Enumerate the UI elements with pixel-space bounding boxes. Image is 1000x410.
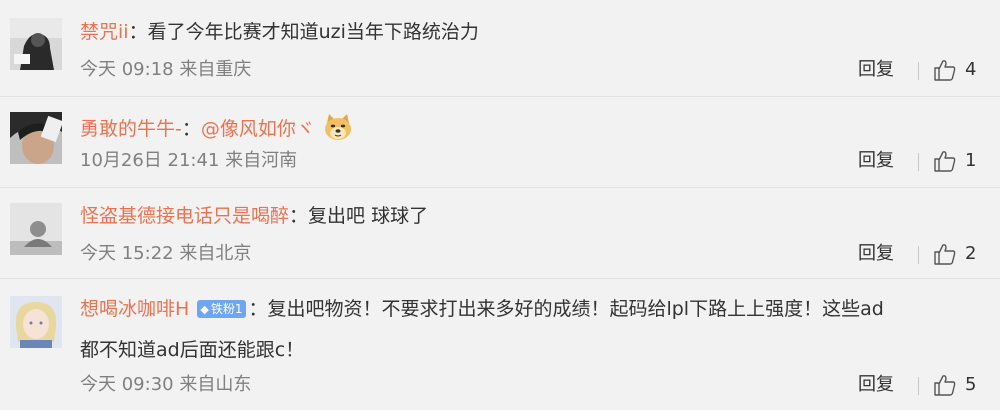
thumbs-up-icon	[933, 150, 957, 172]
comment-item: 勇敢的牛牛-：@像风如你ヾ 10月26日 21:41 来自河南 回复 1	[0, 97, 1000, 188]
fan-badge-label: 铁粉1	[210, 302, 243, 316]
comment-item: 怪盗基德接电话只是喝醉：复出吧 球球了 今天 15:22 来自北京 回复 2	[0, 188, 1000, 279]
comment-text: 复出吧 球球了	[308, 205, 429, 227]
diamond-icon: ◆	[200, 303, 209, 316]
mention-link[interactable]: @像风如你ヾ	[201, 118, 315, 140]
like-count: 5	[965, 374, 977, 395]
avatar[interactable]	[10, 203, 62, 255]
comment-line: 怪盗基德接电话只是喝醉：复出吧 球球了	[80, 203, 428, 229]
fan-badge[interactable]: ◆ 铁粉1	[197, 300, 247, 318]
timestamp: 10月26日 21:41	[80, 150, 220, 171]
timestamp: 今天 09:30	[80, 374, 174, 395]
comment-item: 禁咒ii：看了今年比赛才知道uzi当年下路统治力 今天 09:18 来自重庆 回…	[0, 0, 1000, 97]
avatar[interactable]	[10, 112, 62, 164]
colon: ：	[248, 298, 268, 320]
like-button[interactable]: 2	[933, 242, 976, 266]
comment-line: 想喝冰咖啡H ◆ 铁粉1 ：复出吧物资！不要求打出来多好的成绩！起码给lpl下路上上…	[80, 296, 884, 322]
location: 来自北京	[179, 243, 252, 264]
comment-meta: 今天 09:30 来自山东	[80, 373, 251, 397]
colon: ：	[181, 118, 201, 140]
location: 来自河南	[225, 150, 298, 171]
comment-text-continued: 都不知道ad后面还能跟c！	[80, 339, 305, 361]
comment-meta: 今天 15:22 来自北京	[80, 242, 251, 266]
thumbs-up-icon	[933, 59, 957, 81]
comment-line: 勇敢的牛牛-：@像风如你ヾ	[80, 113, 353, 148]
divider	[918, 153, 919, 171]
reply-button[interactable]: 回复	[858, 149, 894, 173]
comment-text: 复出吧物资！不要求打出来多好的成绩！起码给lpl下路上上强度！这些ad	[267, 298, 884, 320]
colon: ：	[128, 21, 148, 43]
divider	[918, 246, 919, 264]
doge-emoji-icon	[323, 113, 353, 148]
comment-line: 禁咒ii：看了今年比赛才知道uzi当年下路统治力	[80, 19, 479, 45]
like-count: 2	[965, 243, 977, 264]
reply-button[interactable]: 回复	[858, 242, 894, 266]
comment-meta: 今天 09:18 来自重庆	[80, 58, 251, 82]
location: 来自山东	[179, 374, 252, 395]
username[interactable]: 怪盗基德接电话只是喝醉	[80, 205, 289, 227]
avatar[interactable]	[10, 296, 62, 348]
username[interactable]: 勇敢的牛牛-	[80, 118, 182, 140]
avatar[interactable]	[10, 18, 62, 70]
timestamp: 今天 15:22	[80, 243, 174, 264]
like-button[interactable]: 1	[933, 149, 976, 173]
divider	[918, 62, 919, 80]
like-count: 1	[965, 150, 977, 171]
comment-text: 看了今年比赛才知道uzi当年下路统治力	[147, 21, 479, 43]
reply-button[interactable]: 回复	[858, 58, 894, 82]
timestamp: 今天 09:18	[80, 59, 174, 80]
like-count: 4	[965, 59, 977, 80]
comment-item: 想喝冰咖啡H ◆ 铁粉1 ：复出吧物资！不要求打出来多好的成绩！起码给lpl下路上上…	[0, 279, 1000, 410]
reply-button[interactable]: 回复	[858, 373, 894, 397]
like-button[interactable]: 5	[933, 373, 976, 397]
divider	[918, 377, 919, 395]
username[interactable]: 禁咒ii	[80, 21, 129, 43]
colon: ：	[289, 205, 309, 227]
username[interactable]: 想喝冰咖啡H	[80, 298, 189, 320]
location: 来自重庆	[179, 59, 252, 80]
thumbs-up-icon	[933, 243, 957, 265]
thumbs-up-icon	[933, 374, 957, 396]
like-button[interactable]: 4	[933, 58, 976, 82]
comment-meta: 10月26日 21:41 来自河南	[80, 149, 297, 173]
